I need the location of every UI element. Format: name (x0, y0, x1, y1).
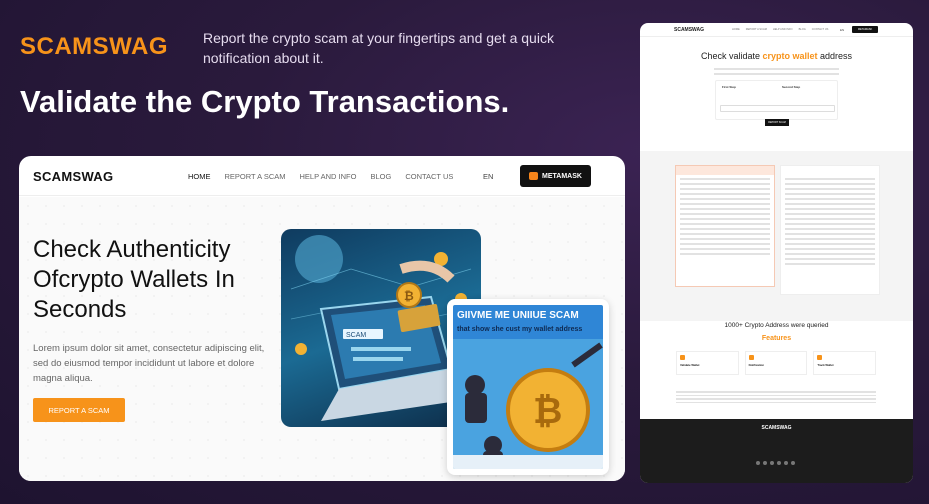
preview-nav-links: HOME REPORT A SCAM HELP AND INFO BLOG CO… (732, 28, 828, 31)
feature-card: Validate Wallet (676, 351, 739, 375)
preview-nav-blog[interactable]: BLOG (799, 28, 806, 31)
poster-illustration-svg: GIIVME ME UNIIUE SCAM that show she cust… (453, 305, 603, 469)
svg-text:₿: ₿ (404, 289, 414, 303)
nav-report-scam[interactable]: REPORT A SCAM (225, 172, 286, 181)
preview-paragraph-lines (676, 389, 876, 405)
brand-logo: SCAMSWAG (20, 33, 168, 60)
language-select[interactable]: EN (483, 172, 493, 181)
preview-title: Check validate crypto wallet address (640, 51, 913, 61)
site-navbar: SCAMSWAG HOME REPORT A SCAM HELP AND INF… (19, 156, 625, 196)
preview-scam-reports-box (780, 165, 880, 295)
hero-description: Lorem ipsum dolor sit amet, consectetur … (33, 343, 265, 384)
social-icon[interactable] (756, 461, 760, 465)
preview-step-1: First Step (722, 85, 736, 89)
validate-icon (680, 355, 685, 360)
preview-footer: SCAMSWAG (640, 419, 913, 483)
social-icon[interactable] (763, 461, 767, 465)
website-preview-card: SCAMSWAG HOME REPORT A SCAM HELP AND INF… (19, 156, 625, 481)
preview-wallet-input[interactable] (720, 105, 835, 112)
social-icon[interactable] (777, 461, 781, 465)
preview-check-form: First Step Second Step (715, 80, 838, 120)
social-icon[interactable] (791, 461, 795, 465)
svg-text:₿: ₿ (533, 390, 562, 431)
tagline: Report the crypto scam at your fingertip… (203, 30, 554, 66)
preview-nav-help[interactable]: HELP AND INFO (773, 28, 793, 31)
preview-title-highlight: crypto wallet (762, 51, 818, 61)
feature-label: Track Wallet (817, 363, 834, 367)
preview-report-button[interactable]: REPORT SCAM (765, 119, 789, 126)
feature-label: Notification (748, 363, 765, 367)
preview-metamask-button[interactable]: METAMASK (852, 26, 878, 33)
preview-subtitle-lines (710, 65, 843, 78)
preview-nav-home[interactable]: HOME (732, 28, 740, 31)
feature-card: Track Wallet (813, 351, 877, 375)
metamask-label: METAMASK (542, 172, 582, 180)
preview-navbar: SCAMSWAG HOME REPORT A SCAM HELP AND INF… (640, 23, 913, 37)
social-icon[interactable] (784, 461, 788, 465)
preview-nav-report[interactable]: REPORT A SCAM (746, 28, 767, 31)
preview-footer-logo: SCAMSWAG (761, 425, 792, 431)
headline: Validate the Crypto Transactions. (20, 84, 510, 119)
preview-logo[interactable]: SCAMSWAG (674, 27, 704, 33)
hero-section: Check Authenticity Ofcrypto Wallets In S… (19, 197, 625, 481)
mobile-page-preview: SCAMSWAG HOME REPORT A SCAM HELP AND INF… (640, 23, 913, 483)
site-logo[interactable]: SCAMSWAG (33, 169, 113, 184)
nav-contact[interactable]: CONTACT US (405, 172, 453, 181)
metamask-button[interactable]: METAMASK (520, 165, 591, 187)
nav-help-info[interactable]: HELP AND INFO (300, 172, 357, 181)
laptop-scam-text: SCAM (346, 332, 366, 339)
preview-feature-cards: Validate Wallet Notification Track Walle… (676, 351, 877, 375)
poster-headline: GIIVME ME UNIIUE SCAM (457, 310, 579, 321)
nav-home[interactable]: HOME (188, 172, 211, 181)
preview-title-prefix: Check validate (700, 51, 760, 61)
preview-social-icons (756, 461, 795, 465)
report-scam-button[interactable]: REPORT A SCAM (33, 398, 125, 422)
feature-card: Notification (744, 351, 808, 375)
social-icon[interactable] (770, 461, 774, 465)
preview-title-suffix: address (820, 51, 853, 61)
feature-label: Validate Wallet (680, 363, 700, 367)
hero-title: Check Authenticity Ofcrypto Wallets In S… (33, 236, 235, 323)
preview-nav-contact[interactable]: CONTACT US (812, 28, 829, 31)
nav-blog[interactable]: BLOG (370, 172, 391, 181)
preview-language[interactable]: EN (840, 28, 844, 32)
nav-links: HOME REPORT A SCAM HELP AND INFO BLOG CO… (188, 172, 453, 181)
notification-icon (748, 355, 754, 360)
preview-features-title: Features (761, 335, 792, 342)
preview-report-box (675, 165, 775, 287)
scam-poster-illustration: GIIVME ME UNIIUE SCAM that show she cust… (447, 299, 609, 475)
poster-subline: that show she cust my wallet address (457, 326, 582, 333)
preview-query-count: 1000+ Crypto Address were queried (724, 322, 829, 329)
track-icon (817, 355, 823, 360)
preview-step-2: Second Step (782, 85, 801, 89)
metamask-fox-icon (529, 172, 539, 180)
